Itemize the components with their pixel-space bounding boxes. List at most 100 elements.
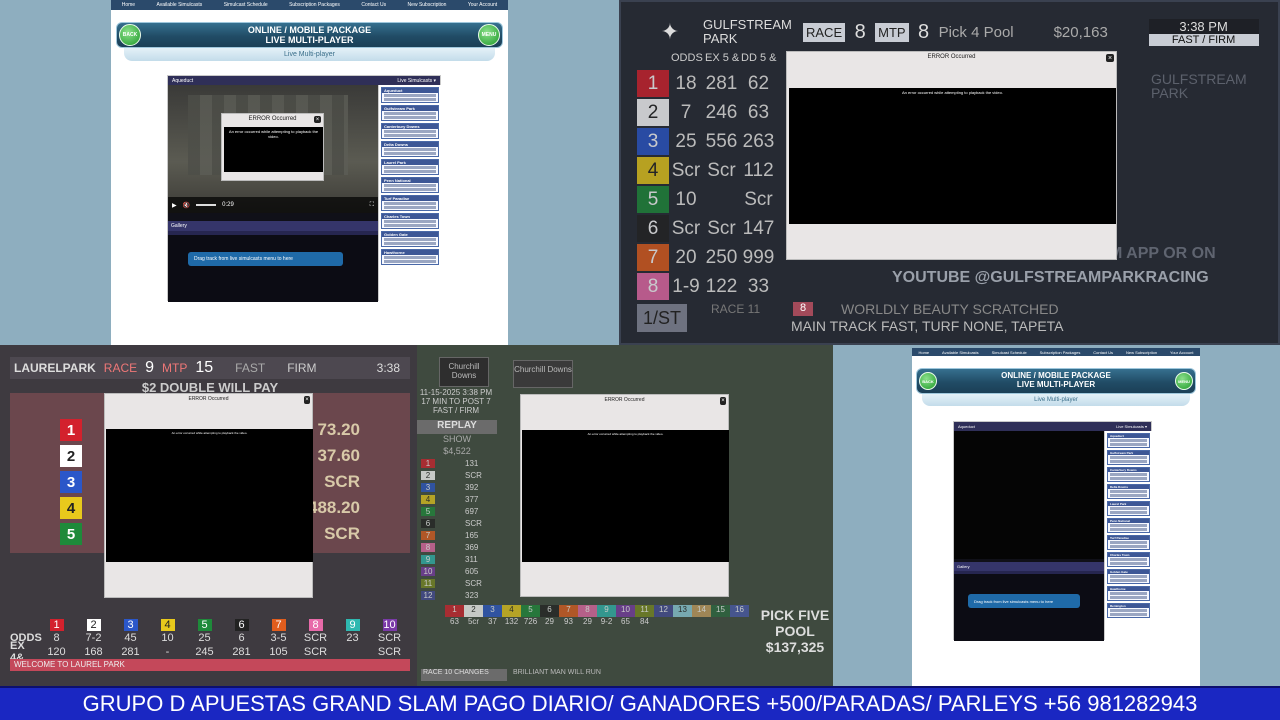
- nav-subscription-packages[interactable]: Subscription Packages: [289, 2, 340, 8]
- show-row: 4 377: [421, 493, 497, 505]
- simulcast-item[interactable]: Laurel Park: [381, 159, 439, 175]
- close-icon[interactable]: ×: [304, 396, 310, 404]
- close-icon[interactable]: ×: [720, 397, 726, 405]
- simulcast-item[interactable]: Turf Paradise: [381, 195, 439, 211]
- simulcast-item[interactable]: Gulfstream Park: [381, 105, 439, 121]
- show-row: 6 SCR: [421, 517, 497, 529]
- odds-value: 10: [675, 188, 697, 210]
- nav-home[interactable]: Home: [918, 350, 929, 355]
- show-value: 369: [465, 542, 479, 552]
- odds-row-cell: 23: [346, 632, 359, 644]
- volume-slider[interactable]: [196, 204, 217, 206]
- race-changes-label: RACE 10 CHANGES: [421, 669, 507, 681]
- simulcast-item[interactable]: Aqueduct: [381, 87, 439, 103]
- error-dialog: ERROR Occurred × An error occurred while…: [104, 393, 313, 598]
- scratch-number: 8: [793, 302, 813, 316]
- mute-icon[interactable]: 🔇: [183, 202, 190, 209]
- laurel-header: LAURELPARK RACE 9 MTP 15 FAST FIRM 3:38: [10, 357, 410, 379]
- nav-your-account[interactable]: Your Account: [468, 2, 497, 8]
- odds-value: 7: [680, 101, 692, 123]
- nav-home[interactable]: Home: [122, 2, 135, 8]
- odds-cell: 63: [450, 617, 459, 626]
- package-subtitle: LIVE MULTI-PLAYER: [1016, 380, 1096, 389]
- nav-contact-us[interactable]: Contact Us: [361, 2, 386, 8]
- simulcast-item[interactable]: Gulfstream Park: [1107, 450, 1150, 465]
- back-button[interactable]: BACK: [919, 372, 937, 390]
- post-number: 1: [60, 419, 82, 441]
- drag-track-hint[interactable]: Drag track from live simulcasts menu to …: [188, 252, 343, 266]
- simulcast-item[interactable]: Charles Town: [1107, 552, 1150, 567]
- horse-change: BRILLIANT MAN WILL RUN: [513, 669, 601, 676]
- multi-player: Aqueduct Live Simulcasts ▾ ▶ 🔇 0:29 ⛶ Ga…: [167, 75, 441, 302]
- fullscreen-icon[interactable]: ⛶: [370, 202, 374, 209]
- odds-row-cell: SCR: [303, 632, 328, 644]
- error-dialog: ERROR Occurred × An error occurred while…: [221, 113, 324, 181]
- error-message: An error occurred while attempting to pl…: [522, 430, 729, 562]
- nav-subscription-packages[interactable]: Subscription Packages: [1040, 350, 1081, 355]
- cond-fast: FAST: [432, 406, 453, 415]
- odds-cell: 9-2: [600, 617, 613, 626]
- nav-simulcast-schedule[interactable]: Simulcast Schedule: [224, 2, 268, 8]
- churchill-logo: Churchill Downs: [439, 357, 489, 387]
- churchill-tote-board: Churchill Downs Churchill Downs 11-15-20…: [417, 345, 833, 686]
- post-number: 1: [637, 70, 669, 97]
- clock-box: 3:38 PM FAST / FIRM: [1148, 18, 1259, 46]
- simulcast-item[interactable]: Hawthorne: [381, 249, 439, 265]
- menu-button[interactable]: MENU: [1175, 372, 1193, 390]
- simulcast-item[interactable]: Laurel Park: [1107, 501, 1150, 516]
- daily-double-value: 999: [742, 246, 775, 268]
- close-icon[interactable]: ×: [1106, 54, 1114, 62]
- show-row: 2 SCR: [421, 469, 497, 481]
- simulcast-item[interactable]: Remington: [1107, 603, 1150, 618]
- post-number: 5: [186, 619, 223, 631]
- simulcast-item[interactable]: Canterbury Downs: [381, 123, 439, 139]
- simulcast-item[interactable]: Turf Paradise: [1107, 535, 1150, 550]
- package-banner: ONLINE / MOBILE PACKAGE LIVE MULTI-PLAYE…: [116, 22, 503, 48]
- close-icon[interactable]: ×: [314, 116, 321, 123]
- show-row: 8 369: [421, 541, 497, 553]
- simulcast-item[interactable]: Penn National: [381, 177, 439, 193]
- player-track-name: Aqueduct: [172, 77, 194, 84]
- live-simulcasts-dropdown[interactable]: Live Simulcasts ▾: [1116, 424, 1147, 429]
- show-total: $4,522: [443, 446, 471, 456]
- odds-value: 18: [675, 72, 697, 94]
- menu-button[interactable]: MENU: [478, 24, 500, 46]
- fast-label: FAST: [235, 361, 266, 375]
- simulcast-item[interactable]: Penn National: [1107, 518, 1150, 533]
- drag-track-hint[interactable]: Drag track from live simulcasts menu to …: [968, 594, 1080, 608]
- simulcast-item[interactable]: Golden Gate: [1107, 569, 1150, 584]
- show-row: 7 165: [421, 529, 497, 541]
- time: 3:38 PM: [462, 388, 493, 397]
- dd-header: DD 5 &: [741, 52, 777, 64]
- simulcast-item[interactable]: Hawthorne: [1107, 586, 1150, 601]
- nav-simulcast-schedule[interactable]: Simulcast Schedule: [992, 350, 1027, 355]
- firm-label: FIRM: [287, 361, 317, 375]
- live-simulcasts-dropdown[interactable]: Live Simulcasts ▾: [397, 78, 436, 84]
- video-area[interactable]: [954, 431, 1104, 559]
- race-label: RACE: [103, 361, 138, 375]
- simulcast-item[interactable]: Aqueduct: [1107, 433, 1150, 448]
- nav-new-subscription[interactable]: New Subscription: [1126, 350, 1157, 355]
- back-button[interactable]: BACK: [119, 24, 141, 46]
- nav-new-subscription[interactable]: New Subscription: [408, 2, 447, 8]
- package-title: ONLINE / MOBILE PACKAGE: [247, 25, 372, 35]
- nav-available-simulcasts[interactable]: Available Simulcasts: [942, 350, 979, 355]
- nav-your-account[interactable]: Your Account: [1170, 350, 1193, 355]
- odds-row: 4 Scr Scr 112: [637, 156, 777, 185]
- gallery-panel: Gallery Drag track from live simulcasts …: [168, 221, 378, 302]
- nav-contact-us[interactable]: Contact Us: [1093, 350, 1113, 355]
- nav-available-simulcasts[interactable]: Available Simulcasts: [157, 2, 203, 8]
- welcome-message: WELCOME TO LAUREL PARK: [10, 659, 410, 671]
- odds-row-cell: 8: [53, 632, 60, 644]
- show-row: 10 605: [421, 565, 497, 577]
- simulcast-item[interactable]: Golden Gate: [381, 231, 439, 247]
- show-row: 9 311: [421, 553, 497, 565]
- simulcast-item[interactable]: Delta Downs: [1107, 484, 1150, 499]
- simulcast-item[interactable]: Canterbury Downs: [1107, 467, 1150, 482]
- simulcast-item[interactable]: Delta Downs: [381, 141, 439, 157]
- mtp-label: MTP: [875, 22, 909, 42]
- post-number: 15: [711, 605, 730, 617]
- simulcast-item[interactable]: Charles Town: [381, 213, 439, 229]
- odds-row-cell: SCR: [377, 632, 402, 644]
- play-icon[interactable]: ▶: [172, 202, 177, 209]
